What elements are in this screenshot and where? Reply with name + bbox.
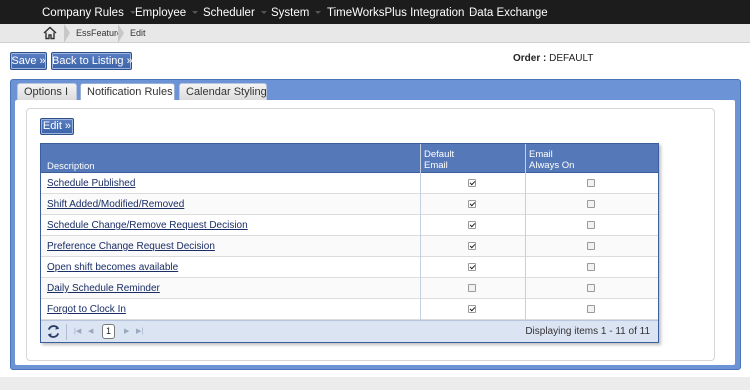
default-email-checkbox[interactable] xyxy=(468,242,476,250)
rule-description-link[interactable]: Shift Added/Modified/Removed xyxy=(47,194,184,215)
tab-notification-rules[interactable]: Notification Rules xyxy=(80,83,175,101)
email-always-on-checkbox[interactable] xyxy=(587,200,595,208)
table-row: Forgot to Clock In xyxy=(41,299,658,320)
breadcrumb-current: Edit xyxy=(130,28,146,38)
nav-timeworksplus-integration[interactable]: TimeWorksPlus Integration xyxy=(327,0,477,24)
column-header-email-always-on[interactable]: Email Always On xyxy=(529,149,574,171)
email-always-on-checkbox[interactable] xyxy=(587,221,595,229)
current-page-number[interactable]: 1 xyxy=(102,324,115,339)
nav-label: Scheduler xyxy=(203,7,255,19)
previous-page-icon[interactable]: ◀ xyxy=(88,327,93,337)
breadcrumb-separator xyxy=(64,24,70,43)
column-divider xyxy=(525,215,526,236)
breadcrumb-separator xyxy=(118,24,124,43)
nav-employee[interactable]: Employee xyxy=(135,0,199,24)
column-divider xyxy=(420,236,421,257)
default-email-checkbox[interactable] xyxy=(468,179,476,187)
default-email-checkbox[interactable] xyxy=(468,263,476,271)
nav-system[interactable]: System xyxy=(271,0,322,24)
column-divider xyxy=(420,194,421,215)
default-email-checkbox[interactable] xyxy=(468,305,476,313)
nav-label: System xyxy=(271,7,310,19)
page-footer xyxy=(0,377,750,390)
column-header-description[interactable]: Description xyxy=(47,161,95,172)
nav-data-exchange[interactable]: Data Exchange xyxy=(469,0,548,24)
column-divider xyxy=(420,278,421,299)
nav-company-rules[interactable]: Company Rules xyxy=(42,0,136,24)
nav-label: Company Rules xyxy=(42,7,124,19)
nav-scheduler[interactable]: Scheduler xyxy=(203,0,267,24)
rule-description-link[interactable]: Forgot to Clock In xyxy=(47,299,126,320)
email-always-on-checkbox[interactable] xyxy=(587,242,595,250)
rule-description-link[interactable]: Schedule Change/Remove Request Decision xyxy=(47,215,248,236)
column-divider xyxy=(420,257,421,278)
column-divider xyxy=(420,299,421,320)
table-row: Preference Change Request Decision xyxy=(41,236,658,257)
next-page-icon[interactable]: ▶ xyxy=(124,327,129,337)
column-divider xyxy=(525,173,526,194)
nav-label: TimeWorksPlus Integration xyxy=(327,7,465,19)
column-divider xyxy=(420,215,421,236)
caret-down-icon xyxy=(192,11,199,15)
column-divider xyxy=(525,194,526,215)
email-always-on-checkbox[interactable] xyxy=(587,179,595,187)
rule-description-link[interactable]: Preference Change Request Decision xyxy=(47,236,215,257)
nav-label: Employee xyxy=(135,7,187,19)
nav-label: Data Exchange xyxy=(469,7,548,19)
header-line: Email xyxy=(529,149,553,160)
column-divider xyxy=(525,144,526,173)
column-header-default-email[interactable]: Default Email xyxy=(424,149,454,171)
column-divider xyxy=(525,236,526,257)
edit-button[interactable]: Edit » xyxy=(40,118,74,135)
table-row: Open shift becomes available xyxy=(41,257,658,278)
table-row: Schedule Change/Remove Request Decision xyxy=(41,215,658,236)
email-always-on-checkbox[interactable] xyxy=(587,284,595,292)
tab-calendar-styling[interactable]: Calendar Styling xyxy=(179,83,267,100)
table-row: Daily Schedule Reminder xyxy=(41,278,658,299)
grid-body: Schedule Published Shift Added/Modified/R… xyxy=(41,173,658,320)
back-to-listing-button[interactable]: Back to Listing » xyxy=(51,52,133,70)
caret-down-icon xyxy=(260,11,267,15)
breadcrumb: EssFeature Edit xyxy=(0,24,750,43)
header-line: Email xyxy=(424,160,448,171)
column-divider xyxy=(420,144,421,173)
breadcrumb-essfeature[interactable]: EssFeature xyxy=(76,24,122,43)
grid-header: Description Default Email Email Always O… xyxy=(41,144,658,173)
refresh-icon[interactable] xyxy=(46,324,61,339)
rule-description-link[interactable]: Schedule Published xyxy=(47,173,135,194)
column-divider xyxy=(420,173,421,194)
rule-description-link[interactable]: Daily Schedule Reminder xyxy=(47,278,160,299)
save-button[interactable]: Save » xyxy=(10,52,47,70)
column-divider xyxy=(525,257,526,278)
home-icon[interactable] xyxy=(43,26,57,40)
email-always-on-checkbox[interactable] xyxy=(587,305,595,313)
top-nav: Company Rules Employee Scheduler System … xyxy=(0,0,750,24)
caret-down-icon xyxy=(315,11,322,15)
last-page-icon[interactable]: ▶| xyxy=(136,327,143,337)
column-divider xyxy=(525,278,526,299)
default-email-checkbox[interactable] xyxy=(468,284,476,292)
order-display: Order : DEFAULT xyxy=(513,53,593,64)
header-line: Always On xyxy=(529,160,575,171)
order-label: Order : xyxy=(513,53,547,64)
column-divider xyxy=(525,299,526,320)
tab-options-i[interactable]: Options I xyxy=(17,83,77,100)
pager-info: Displaying items 1 - 11 of 11 xyxy=(525,326,650,337)
default-email-checkbox[interactable] xyxy=(468,221,476,229)
default-email-checkbox[interactable] xyxy=(468,200,476,208)
email-always-on-checkbox[interactable] xyxy=(587,263,595,271)
grid-pager: |◀ ◀ 1 ▶ ▶| Displaying items 1 - 11 of 1… xyxy=(41,320,658,342)
table-row: Schedule Published xyxy=(41,173,658,194)
header-line: Default xyxy=(424,149,455,160)
notification-rules-grid: Description Default Email Email Always O… xyxy=(40,143,659,343)
rule-description-link[interactable]: Open shift becomes available xyxy=(47,257,178,278)
order-value: DEFAULT xyxy=(549,53,594,64)
table-row: Shift Added/Modified/Removed xyxy=(41,194,658,215)
pager-divider xyxy=(66,324,67,340)
first-page-icon[interactable]: |◀ xyxy=(74,327,81,337)
